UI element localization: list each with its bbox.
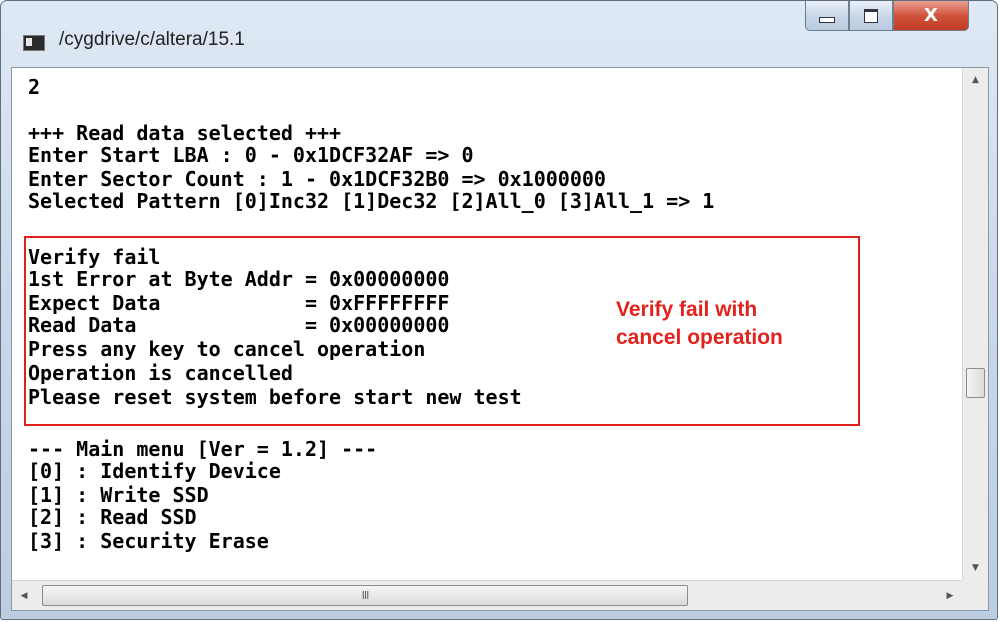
close-icon: X bbox=[924, 5, 938, 26]
console-output[interactable]: 2 +++ Read data selected +++ Enter Start… bbox=[12, 68, 962, 580]
console-line: 1st Error at Byte Addr = 0x00000000 bbox=[28, 267, 450, 291]
close-button[interactable]: X bbox=[893, 1, 969, 31]
console-line: [1] : Write SSD bbox=[28, 483, 209, 507]
vertical-scroll-thumb[interactable] bbox=[966, 368, 985, 398]
console-line: [2] : Read SSD bbox=[28, 505, 197, 529]
scroll-right-arrow-icon[interactable]: ▶ bbox=[938, 581, 962, 610]
scroll-up-arrow-icon[interactable]: ▲ bbox=[963, 68, 988, 92]
maximize-button[interactable] bbox=[849, 1, 893, 31]
console-line: [0] : Identify Device bbox=[28, 459, 281, 483]
size-grip[interactable] bbox=[962, 580, 988, 610]
console-line: [3] : Security Erase bbox=[28, 529, 269, 553]
console-frame: 2 +++ Read data selected +++ Enter Start… bbox=[11, 67, 989, 611]
console-line: Enter Start LBA : 0 - 0x1DCF32AF => 0 bbox=[28, 143, 474, 167]
title-bar[interactable]: /cygdrive/c/altera/15.1 X bbox=[1, 1, 997, 65]
horizontal-scrollbar[interactable]: ◀ III ▶ bbox=[12, 580, 962, 610]
console-line: Selected Pattern [0]Inc32 [1]Dec32 [2]Al… bbox=[28, 189, 715, 213]
console-line: Press any key to cancel operation bbox=[28, 337, 426, 361]
console-line: Verify fail bbox=[28, 245, 161, 269]
console-line: +++ Read data selected +++ bbox=[28, 121, 342, 145]
minimize-icon bbox=[819, 16, 835, 23]
console-line: Operation is cancelled bbox=[28, 361, 293, 385]
console-line: Please reset system before start new tes… bbox=[28, 385, 522, 409]
scroll-left-arrow-icon[interactable]: ◀ bbox=[12, 581, 36, 610]
console-window: /cygdrive/c/altera/15.1 X 2 +++ Read dat… bbox=[0, 0, 998, 620]
maximize-icon bbox=[864, 8, 878, 23]
console-app-icon[interactable] bbox=[23, 35, 45, 51]
scroll-down-arrow-icon[interactable]: ▼ bbox=[963, 556, 988, 580]
minimize-button[interactable] bbox=[805, 1, 849, 31]
console-line: 2 bbox=[28, 75, 41, 99]
console-line: --- Main menu [Ver = 1.2] --- bbox=[28, 437, 378, 461]
annotation-line-2: cancel operation bbox=[616, 326, 783, 349]
annotation-line-1: Verify fail with bbox=[616, 298, 758, 321]
vertical-scrollbar[interactable]: ▲ ▼ bbox=[962, 68, 988, 580]
console-line: Enter Sector Count : 1 - 0x1DCF32B0 => 0… bbox=[28, 167, 606, 191]
console-line: Expect Data = 0xFFFFFFFF bbox=[28, 291, 450, 315]
horizontal-scroll-thumb[interactable]: III bbox=[42, 585, 688, 606]
thumb-grip-icon: III bbox=[361, 589, 370, 602]
console-line: Read Data = 0x00000000 bbox=[28, 313, 450, 337]
window-controls: X bbox=[805, 1, 969, 31]
window-title: /cygdrive/c/altera/15.1 bbox=[59, 29, 245, 50]
